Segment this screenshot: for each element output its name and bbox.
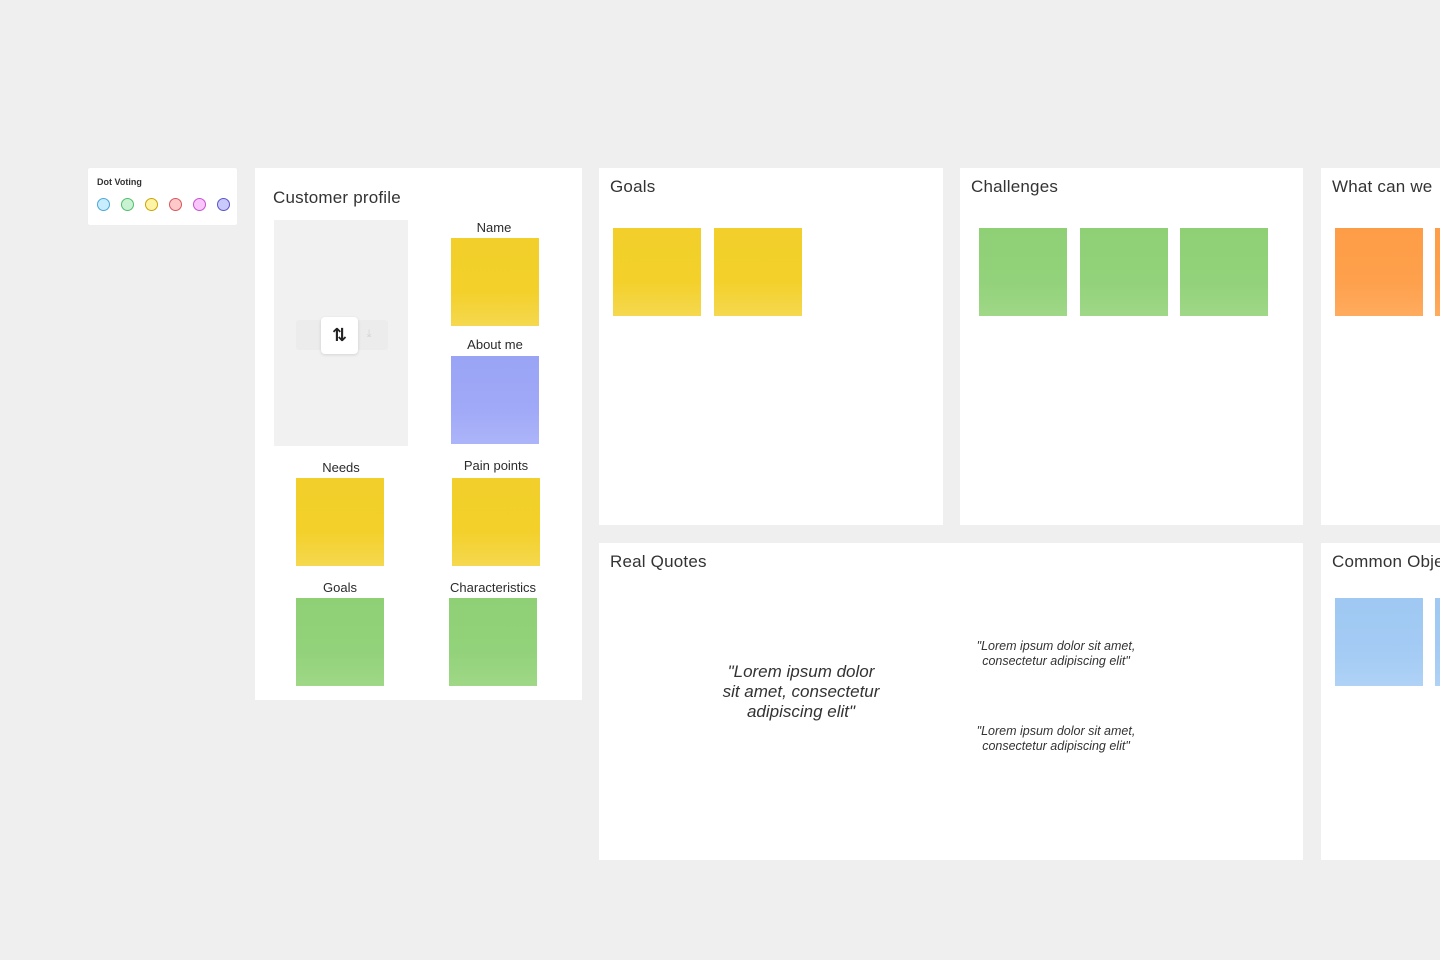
real-quotes-frame-title: Real Quotes xyxy=(610,552,707,571)
quote-small[interactable]: "Lorem ipsum dolor sit amet, consectetur… xyxy=(956,639,1156,669)
challenges-sticky-note[interactable] xyxy=(1080,228,1168,316)
vote-dot-yellow[interactable] xyxy=(145,198,158,211)
dot-voting-title: Dot Voting xyxy=(97,177,142,187)
common-objections-frame-title: Common Obje xyxy=(1332,552,1440,571)
swap-arrows-icon: ⇅ xyxy=(331,325,348,345)
vote-dot-green[interactable] xyxy=(121,198,134,211)
quote-small[interactable]: "Lorem ipsum dolor sit amet, consectetur… xyxy=(956,724,1156,754)
swap-image-button[interactable]: ⇅ xyxy=(321,317,358,354)
common-objections-frame[interactable]: Common Obje xyxy=(1321,543,1440,860)
quote-large[interactable]: "Lorem ipsum dolor sit amet, consectetur… xyxy=(721,662,881,722)
what-can-we-frame-title: What can we xyxy=(1332,177,1433,196)
challenges-sticky-note[interactable] xyxy=(1180,228,1268,316)
common-objections-sticky-note[interactable] xyxy=(1435,598,1440,686)
goals-frame[interactable]: Goals xyxy=(599,168,943,525)
common-objections-sticky-note[interactable] xyxy=(1335,598,1423,686)
sticky-note-needs[interactable] xyxy=(296,478,384,566)
what-can-we-sticky-note[interactable] xyxy=(1435,228,1440,316)
customer-profile-title: Customer profile xyxy=(273,188,401,207)
label-about-me: About me xyxy=(467,337,523,352)
sticky-note-characteristics[interactable] xyxy=(449,598,537,686)
goals-sticky-note[interactable] xyxy=(714,228,802,316)
real-quotes-frame[interactable]: Real Quotes xyxy=(599,543,1303,860)
upload-icon: ⤓ xyxy=(366,328,372,340)
challenges-sticky-note[interactable] xyxy=(979,228,1067,316)
label-characteristics: Characteristics xyxy=(450,580,536,595)
what-can-we-frame[interactable]: What can we xyxy=(1321,168,1440,525)
sticky-note-about-me[interactable] xyxy=(451,356,539,444)
vote-dot-pink[interactable] xyxy=(193,198,206,211)
dot-voting-dots xyxy=(97,198,230,211)
sticky-note-goals[interactable] xyxy=(296,598,384,686)
goals-sticky-note[interactable] xyxy=(613,228,701,316)
vote-dot-purple[interactable] xyxy=(217,198,230,211)
vote-dot-blue[interactable] xyxy=(97,198,110,211)
dot-voting-widget[interactable]: Dot Voting xyxy=(88,168,237,225)
label-goals: Goals xyxy=(323,580,357,595)
vote-dot-red[interactable] xyxy=(169,198,182,211)
goals-frame-title: Goals xyxy=(610,177,656,196)
sticky-note-name[interactable] xyxy=(451,238,539,326)
challenges-frame-title: Challenges xyxy=(971,177,1059,196)
what-can-we-sticky-note[interactable] xyxy=(1335,228,1423,316)
label-name: Name xyxy=(476,220,512,235)
upload-image-button[interactable]: ⤓ xyxy=(362,328,376,342)
label-pain-points: Pain points xyxy=(463,458,529,473)
label-needs: Needs xyxy=(322,460,360,475)
challenges-frame[interactable]: Challenges xyxy=(960,168,1303,525)
profile-image-placeholder[interactable]: ⇅ ⤓ xyxy=(274,220,408,446)
whiteboard-canvas[interactable]: Dot Voting Customer profile ⇅ ⤓ Name Abo… xyxy=(0,0,1440,960)
sticky-note-pain-points[interactable] xyxy=(452,478,540,566)
